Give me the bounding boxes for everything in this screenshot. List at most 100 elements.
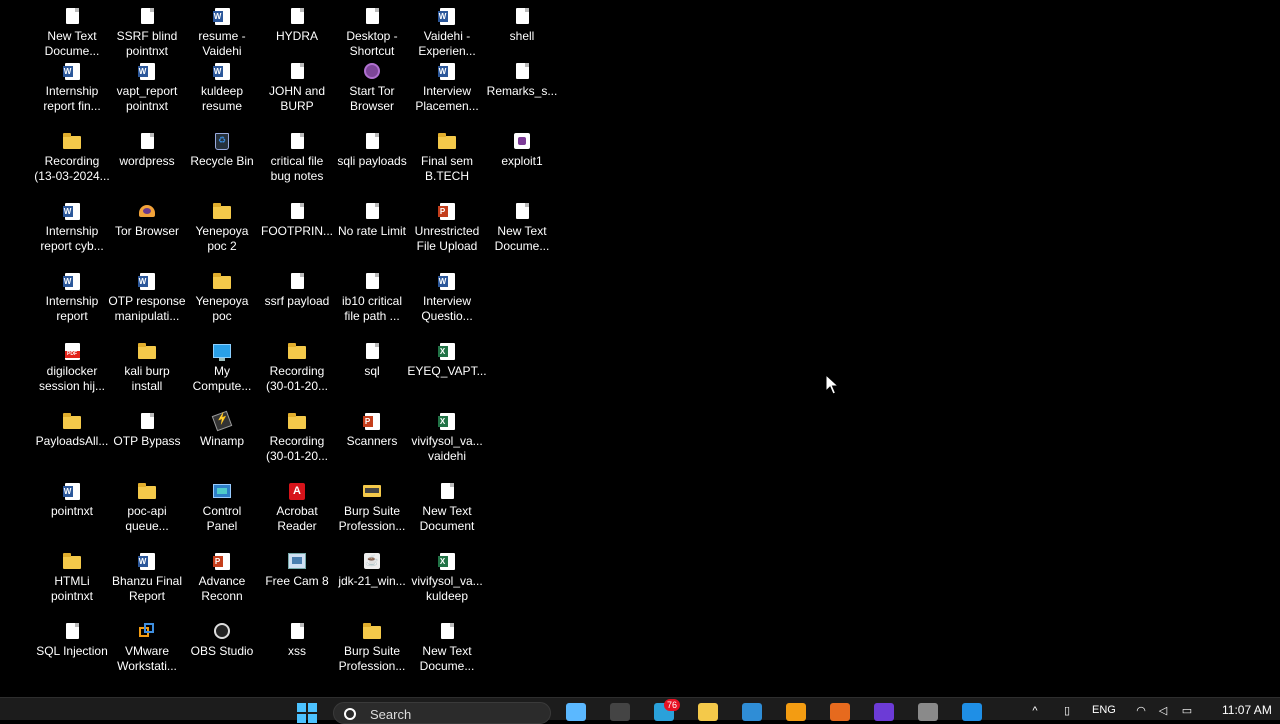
battery-icon[interactable]: ▭ <box>1180 706 1194 717</box>
desktop-icon[interactable]: PayloadsAll... <box>35 413 109 483</box>
taskbar-search-box[interactable]: Search <box>333 702 551 724</box>
desktop-icon[interactable]: Yenepoya poc 2 <box>185 203 259 273</box>
language-indicator[interactable]: ENG <box>1092 704 1116 722</box>
desktop-icon[interactable]: vapt_report pointnxt <box>110 62 184 133</box>
desktop-icon[interactable]: FOOTPRIN... <box>260 203 334 273</box>
desktop-icon[interactable]: Free Cam 8 <box>260 553 334 623</box>
desktop-icon[interactable]: ssrf payload <box>260 273 334 343</box>
desktop-icon[interactable]: Yenepoya poc <box>185 273 259 343</box>
desktop-icon[interactable]: hange <box>0 273 4 343</box>
microphone-icon[interactable]: ▯ <box>1060 706 1074 717</box>
desktop-icon[interactable]: xss <box>260 623 334 693</box>
terminal-icon[interactable] <box>610 703 630 721</box>
desktop-icon[interactable]: 21-S3 ET E... <box>0 413 4 483</box>
desktop-icon[interactable]: kali burp install <box>110 343 184 413</box>
word-icon <box>212 6 232 26</box>
desktop-icon[interactable]: ding 2024... <box>0 483 4 553</box>
text-document-icon-shape <box>290 623 304 639</box>
start-button[interactable] <box>297 703 319 723</box>
desktop-icon[interactable]: vivifysol_va... vaidehi <box>410 412 484 483</box>
desktop-icon[interactable]: /APT... <box>0 623 4 693</box>
text-document-icon <box>62 6 82 26</box>
desktop-icon[interactable]: kuldeep resume <box>185 61 259 133</box>
desktop-icon[interactable]: No rate Limit <box>335 203 409 273</box>
desktop-icon[interactable]: ell <box>0 63 4 133</box>
desktop-icon[interactable]: Recording (13-03-2024... <box>34 133 110 203</box>
desktop-icon[interactable]: Final sem B.TECH <box>410 133 484 203</box>
desktop-icon[interactable]: Scanners <box>335 412 409 483</box>
desktop-icon[interactable]: Tor Browser <box>110 203 184 273</box>
folder-icon-shape <box>213 273 231 289</box>
desktop-icon[interactable]: Recycle Bin <box>185 132 259 203</box>
desktop-icon[interactable]: New Text Document <box>410 483 484 553</box>
desktop-icon-label: My Compute... <box>192 364 252 393</box>
folder-icon <box>362 621 382 641</box>
desktop-icon[interactable]: Bhanzu Final Report <box>110 552 184 623</box>
desktop-icon-label: Interview Questio... <box>421 294 473 323</box>
app-icon[interactable] <box>874 703 894 721</box>
desktop-icon[interactable]: New Text Docume... <box>485 203 559 273</box>
file-explorer-icon[interactable] <box>698 703 718 721</box>
store-icon[interactable] <box>962 703 982 721</box>
firefox-icon[interactable] <box>830 703 850 721</box>
desktop-icon[interactable]: OTP Bypass <box>110 413 184 483</box>
desktop-icon[interactable]: Recording (30-01-20... <box>260 413 334 483</box>
desktop-icon-label: exploit1 <box>501 154 543 168</box>
desktop-icon[interactable]: My Compute... <box>185 343 259 413</box>
desktop-icon[interactable]: Burp Suite Profession... <box>335 483 409 553</box>
desktop-icon[interactable]: EYEQ_VAPT... <box>407 342 487 413</box>
desktop-icon[interactable]: Internship report fin... <box>35 62 109 133</box>
desktop-icon[interactable]: poc-api queue... <box>110 483 184 553</box>
desktop-icon[interactable]: vivifysol_va... kuldeep <box>410 552 484 623</box>
desktop-icon-label: FOOTPRIN... <box>261 224 333 238</box>
desktop-icon[interactable]: Internship report cyb... <box>35 202 109 273</box>
desktop-icon[interactable]: MP4 <box>0 133 4 203</box>
settings-icon[interactable] <box>918 703 938 721</box>
desktop-icon[interactable]: Winamp <box>185 410 259 483</box>
desktop-icon[interactable]: OTP response manipulati... <box>108 272 186 343</box>
desktop-icon[interactable]: Internship report <box>35 272 109 343</box>
desktop-icon[interactable]: Interview Questio... <box>410 272 484 343</box>
desktop[interactable]: u OTP g po... ell MP4 php hange gout 21-S3 ET … <box>0 0 1280 697</box>
vscode-icon[interactable] <box>742 703 762 721</box>
desktop-icon[interactable]: Remarks_s... <box>485 63 559 133</box>
word-icon-shape <box>62 482 80 500</box>
desktop-icon[interactable]: php <box>0 203 4 273</box>
desktop-icon[interactable]: VMware Workstati... <box>110 623 184 693</box>
desktop-icon[interactable]: digilocker session hij... <box>35 342 109 413</box>
desktop-icon[interactable]: New Text Docume... <box>410 623 484 693</box>
desktop-icon[interactable]: Burp Suite Profession... <box>335 623 409 693</box>
acrobat-icon-shape <box>289 482 305 500</box>
desktop-icon[interactable]: HTMLi pointnxt <box>35 553 109 623</box>
clock-time[interactable]: 11:07 AM <box>1222 703 1272 721</box>
desktop-icon[interactable]: SQL Injection <box>35 623 109 693</box>
telegram-icon[interactable]: 76 <box>654 699 681 721</box>
desktop-icon[interactable]: Interview Placemen... <box>410 62 484 133</box>
desktop-icon[interactable]: sql <box>335 343 409 413</box>
copilot-icon[interactable] <box>566 703 586 721</box>
desktop-icon[interactable]: ib10 critical file path ... <box>335 273 409 343</box>
desktop-icon[interactable]: Unrestricted File Upload <box>410 202 484 273</box>
volume-icon[interactable]: ◁ <box>1156 706 1170 717</box>
desktop-icon[interactable]: sqli payloads <box>335 133 409 203</box>
wifi-icon[interactable]: ◠ <box>1134 706 1148 717</box>
vmware-icon[interactable] <box>786 703 806 721</box>
word-icon-shape <box>437 7 455 25</box>
desktop-icon[interactable]: Acrobat Reader <box>260 482 334 553</box>
desktop-icon[interactable]: gout <box>0 343 4 413</box>
desktop-icon[interactable]: JOHN and BURP <box>260 63 334 133</box>
desktop-icon[interactable]: exploit1 <box>485 133 559 203</box>
desktop-icon[interactable]: ox_v... <box>0 553 4 623</box>
desktop-icon[interactable]: Start Tor Browser <box>335 63 409 133</box>
desktop-icon[interactable]: Advance Reconn <box>185 552 259 623</box>
word-icon <box>212 61 232 81</box>
desktop-icon[interactable]: critical file bug notes <box>260 133 334 203</box>
desktop-icon[interactable]: wordpress <box>110 133 184 203</box>
desktop-icon[interactable]: pointnxt <box>35 482 109 553</box>
show-hidden-icons-chevron-icon[interactable]: ^ <box>1028 706 1042 717</box>
desktop-icon[interactable]: Control Panel <box>185 483 259 553</box>
desktop-icon-label: Recycle Bin <box>190 154 254 168</box>
desktop-icon[interactable]: Recording (30-01-20... <box>260 343 334 413</box>
desktop-icon[interactable]: jdk-21_win... <box>335 553 409 623</box>
desktop-icon[interactable]: OBS Studio <box>185 623 259 693</box>
